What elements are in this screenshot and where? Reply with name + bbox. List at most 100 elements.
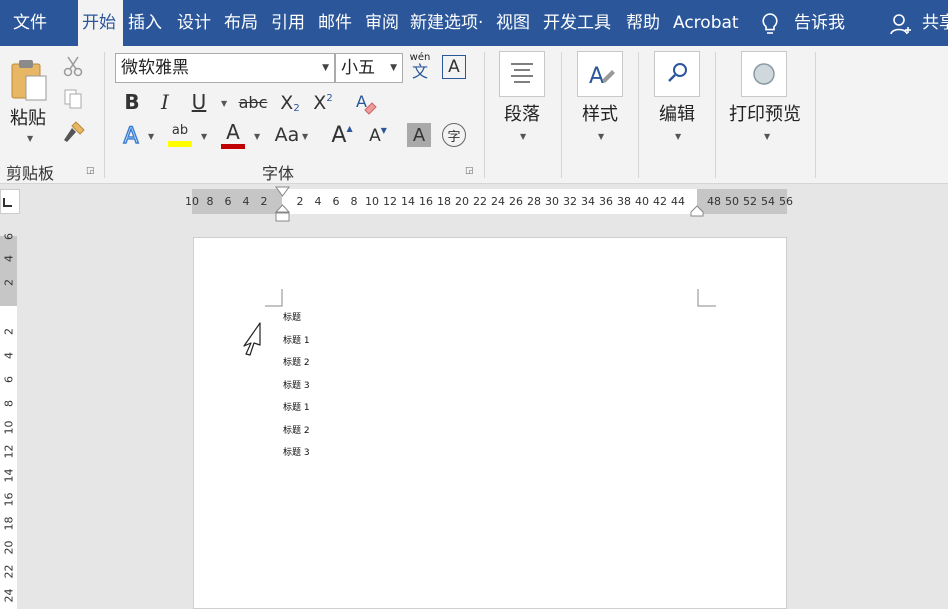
paragraph-icon xyxy=(511,63,533,83)
ruler-tick-label: 24 xyxy=(491,195,505,208)
subscript-button[interactable]: X2 xyxy=(277,90,303,116)
font-launcher-icon[interactable]: ◲ xyxy=(465,166,474,176)
ruler-tick-label: 22 xyxy=(473,195,487,208)
ruler-tick-label: 38 xyxy=(617,195,631,208)
tab-home[interactable]: 开始 xyxy=(78,0,123,46)
tab-acrobat[interactable]: Acrobat xyxy=(673,0,739,46)
enclose-characters-button[interactable]: 字 xyxy=(442,123,466,147)
ruler-tick-label: 18 xyxy=(437,195,451,208)
magnifier-icon xyxy=(668,63,687,82)
paste-button[interactable]: 粘贴 ▼ xyxy=(6,54,54,146)
tab-review[interactable]: 审阅 xyxy=(365,0,399,46)
ruler-tick-label: 6 xyxy=(332,195,340,208)
tab-references[interactable]: 引用 xyxy=(271,0,305,46)
editing-button-icon-frame xyxy=(654,51,700,97)
ruler-tick-label: 18 xyxy=(2,516,16,531)
heading-line[interactable]: 标题 2 xyxy=(283,355,310,368)
chevron-down-icon: ▼ xyxy=(390,63,397,73)
group-divider xyxy=(715,52,716,178)
ruler-tick-label: 4 xyxy=(242,195,250,208)
character-shading-button[interactable]: A xyxy=(407,123,431,147)
underline-dropdown-icon[interactable]: ▼ xyxy=(221,99,227,108)
tab-new-options[interactable]: 新建选项· xyxy=(410,0,483,46)
font-name-combo[interactable]: 微软雅黑 ▼ xyxy=(115,53,335,83)
bold-button[interactable]: B xyxy=(120,90,144,114)
copy-button[interactable] xyxy=(61,87,85,111)
ruler-tick-label: 20 xyxy=(455,195,469,208)
heading-line[interactable]: 标题 1 xyxy=(283,333,310,346)
highlight-dropdown-icon[interactable]: ▼ xyxy=(201,132,207,141)
clear-formatting-button[interactable]: A xyxy=(353,90,379,116)
chevron-down-icon: ▼ xyxy=(764,132,771,141)
heading-line[interactable]: 标题 1 xyxy=(283,400,310,413)
right-indent-marker-icon[interactable] xyxy=(690,205,704,217)
group-divider xyxy=(104,52,105,178)
superscript-mark: 2 xyxy=(326,92,333,104)
format-painter-button[interactable] xyxy=(61,119,87,145)
phonetic-guide-button[interactable]: wén 文 xyxy=(408,52,432,82)
heading-line[interactable]: 标题 xyxy=(283,310,301,323)
font-size-combo[interactable]: 小五 ▼ xyxy=(335,53,403,83)
ruler-tick-label: 22 xyxy=(2,564,16,579)
styles-button-icon-frame: A xyxy=(577,51,623,97)
ruler-tick-label: 26 xyxy=(509,195,523,208)
share-label: 共享 xyxy=(922,13,948,33)
underline-button[interactable]: U xyxy=(187,90,211,114)
heading-line[interactable]: 标题 3 xyxy=(283,445,310,458)
font-color-button[interactable]: A xyxy=(220,120,246,150)
tab-selector[interactable] xyxy=(0,189,20,214)
ruler-tick-label: 50 xyxy=(725,195,739,208)
paste-label: 粘贴 xyxy=(10,108,46,129)
ruler-tick-label: 48 xyxy=(707,195,721,208)
phonetic-bottom: 文 xyxy=(411,62,428,81)
tell-me-label: 告诉我 xyxy=(794,13,845,33)
ruler-tick-label: 54 xyxy=(761,195,775,208)
svg-text:A: A xyxy=(589,64,604,89)
ruler-tick-label: 34 xyxy=(581,195,595,208)
top-left-margin-mark-icon xyxy=(265,289,283,307)
shrink-font-button[interactable]: A ▼ xyxy=(366,122,390,150)
change-case-button[interactable]: Aa xyxy=(272,122,302,148)
highlight-button[interactable]: ab xyxy=(166,120,194,150)
triangle-up-icon: ▲ xyxy=(346,123,353,133)
cut-button[interactable] xyxy=(61,54,85,78)
superscript-button[interactable]: X2 xyxy=(310,90,336,116)
superscript-base: X xyxy=(313,92,327,114)
ruler-tick-label: 44 xyxy=(671,195,685,208)
tab-view[interactable]: 视图 xyxy=(496,0,530,46)
font-color-dropdown-icon[interactable]: ▼ xyxy=(254,132,260,141)
strikethrough-button[interactable]: abc xyxy=(238,90,268,114)
italic-button[interactable]: I xyxy=(153,90,177,114)
change-case-dropdown-icon[interactable]: ▼ xyxy=(302,132,308,141)
editing-label: 编辑 xyxy=(659,104,695,125)
ruler-tick-label: 16 xyxy=(419,195,433,208)
text-effects-dropdown-icon[interactable]: ▼ xyxy=(148,132,154,141)
group-divider xyxy=(484,52,485,178)
tab-insert[interactable]: 插入 xyxy=(128,0,162,46)
heading-line[interactable]: 标题 2 xyxy=(283,423,310,436)
group-divider xyxy=(815,52,816,178)
grow-font-button[interactable]: A ▲ xyxy=(330,120,354,150)
tab-mailings[interactable]: 邮件 xyxy=(318,0,352,46)
clipboard-launcher-icon[interactable]: ◲ xyxy=(86,166,95,176)
scissors-icon xyxy=(63,56,83,77)
font-name-value: 微软雅黑 xyxy=(121,58,189,78)
ruler-tick-label: 2 xyxy=(2,279,16,286)
character-border-button[interactable]: A xyxy=(442,55,466,79)
tab-layout[interactable]: 布局 xyxy=(224,0,258,46)
ruler-tick-label: 30 xyxy=(545,195,559,208)
triangle-down-icon: ▼ xyxy=(380,125,387,135)
text-effects-button[interactable]: A xyxy=(119,123,143,150)
ruler-tick-label: 6 xyxy=(2,233,16,240)
tab-file[interactable]: 文件 xyxy=(13,0,47,46)
indent-marker-icon[interactable] xyxy=(275,186,290,224)
heading-line[interactable]: 标题 3 xyxy=(283,378,310,391)
tab-design[interactable]: 设计 xyxy=(177,0,211,46)
ruler-tick-label: 6 xyxy=(2,376,16,383)
ruler-tick-label: 4 xyxy=(314,195,322,208)
ruler-tick-label: 24 xyxy=(2,588,16,603)
ruler-tick-label: 56 xyxy=(779,195,793,208)
subscript-mark: 2 xyxy=(293,102,300,114)
tab-help[interactable]: 帮助 xyxy=(626,0,660,46)
tab-developer[interactable]: 开发工具 xyxy=(543,0,611,46)
